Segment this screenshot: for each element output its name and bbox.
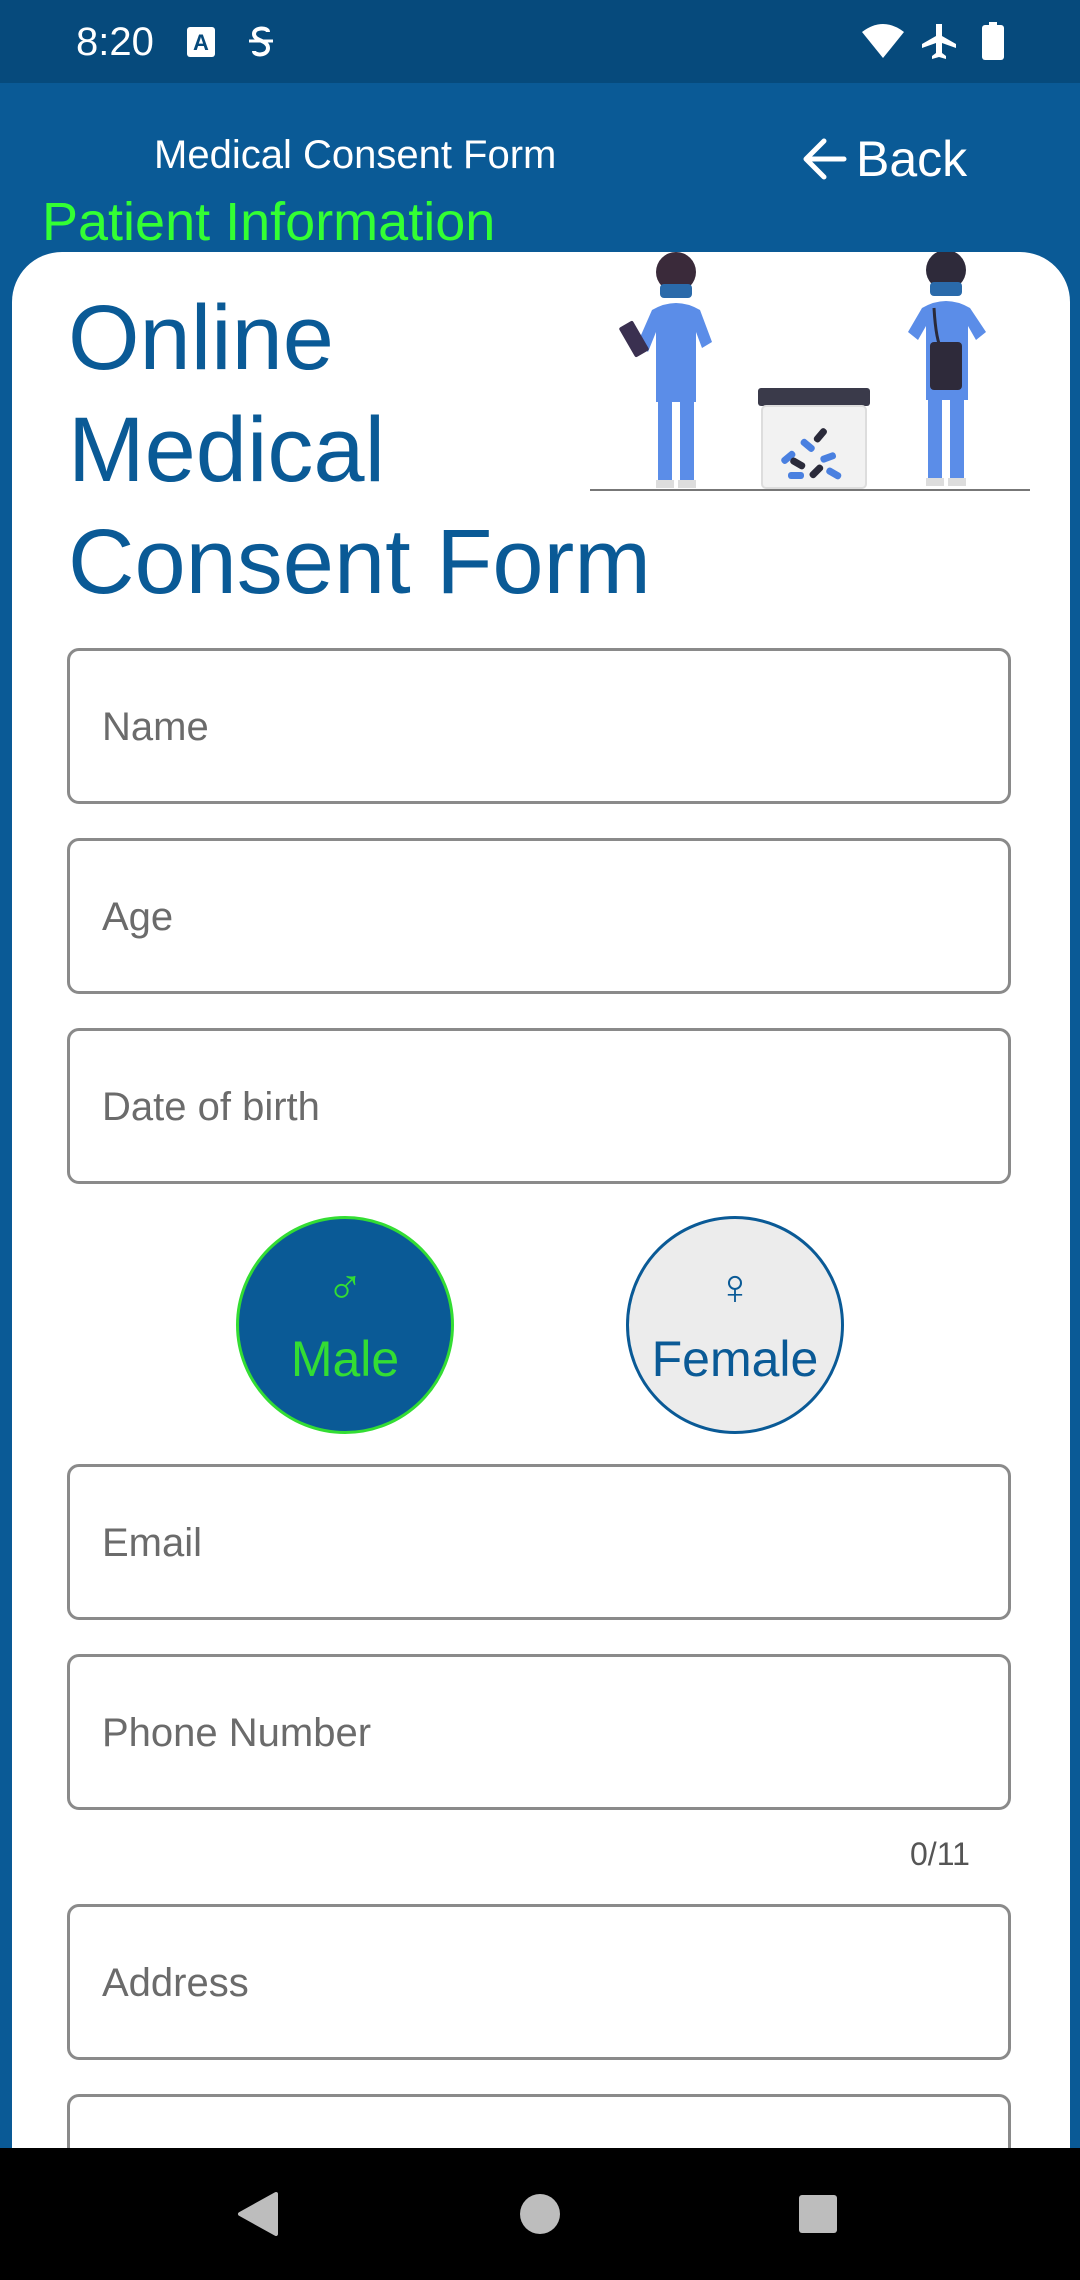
nav-home-icon[interactable]: [518, 2192, 562, 2236]
wifi-icon: [862, 24, 904, 58]
airplane-icon: [922, 24, 956, 59]
arrow-back-icon: [803, 138, 847, 180]
next-field-partial[interactable]: [67, 2094, 1011, 2148]
heading-line-2: Medical: [68, 399, 386, 501]
dob-input[interactable]: [100, 1031, 984, 1183]
heading-line-3: Consent Form: [68, 511, 651, 613]
app-title: Medical Consent Form: [154, 133, 557, 177]
font-a-icon: A: [187, 27, 215, 57]
name-input[interactable]: [100, 651, 984, 803]
heading-line-1: Online: [68, 287, 334, 389]
back-button[interactable]: Back: [800, 123, 967, 195]
dob-field[interactable]: [67, 1028, 1011, 1184]
name-field[interactable]: [67, 648, 1011, 804]
male-icon: ♂: [326, 1259, 364, 1315]
email-input[interactable]: [100, 1467, 984, 1619]
address-input[interactable]: [100, 1907, 984, 2059]
medical-staff-illustration: [590, 252, 1030, 491]
navigation-bar: [0, 2148, 1080, 2280]
male-label: Male: [290, 1331, 400, 1387]
email-field[interactable]: [67, 1464, 1011, 1620]
app-bar: Medical Consent Form Back Patient Inform…: [0, 83, 1080, 263]
form-card: Online Medical Consent Form Name Age Dat…: [12, 252, 1070, 2148]
svg-text:A: A: [193, 30, 209, 55]
s-circle-icon: [249, 26, 273, 57]
female-icon: ♀: [716, 1259, 754, 1315]
nav-back-icon[interactable]: [236, 2192, 278, 2236]
age-input[interactable]: [100, 841, 984, 993]
phone-field[interactable]: [67, 1654, 1011, 1810]
status-bar: 8:20 A: [0, 0, 1080, 83]
page-heading: Online Medical Consent Form: [68, 282, 668, 618]
section-title: Patient Information: [42, 192, 496, 252]
battery-icon: [982, 22, 1004, 60]
nav-recents-icon[interactable]: [798, 2194, 838, 2234]
age-field[interactable]: [67, 838, 1011, 994]
status-time: 8:20: [76, 20, 154, 64]
phone-input[interactable]: [100, 1657, 984, 1809]
female-label: Female: [651, 1331, 819, 1387]
back-label: Back: [856, 131, 968, 187]
address-field[interactable]: [67, 1904, 1011, 2060]
female-button[interactable]: ♀ Female: [626, 1216, 844, 1434]
male-button[interactable]: ♂ Male: [236, 1216, 454, 1434]
phone-char-counter: 0/11: [910, 1836, 970, 1872]
